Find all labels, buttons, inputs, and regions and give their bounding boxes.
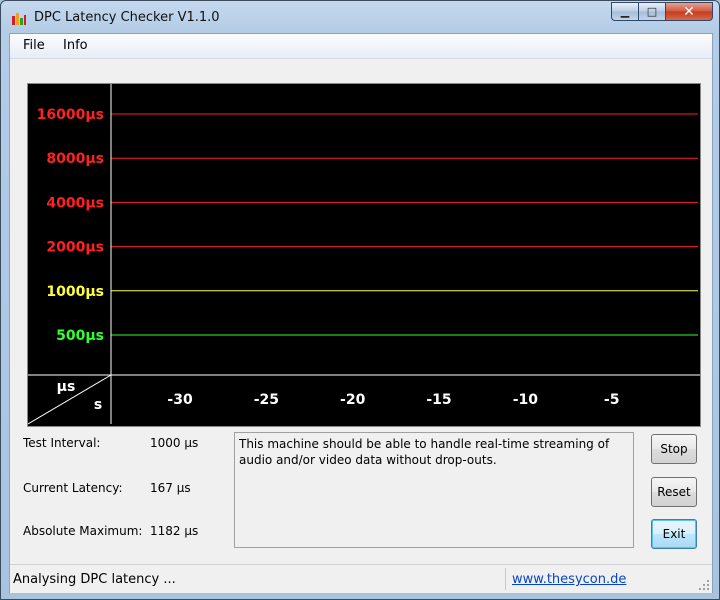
stop-button[interactable]: Stop [651,434,697,464]
test-interval-value: 1000 µs [150,436,199,450]
caption-buttons: ▁ □ ✕ [611,2,713,21]
x-tick-label: -20 [340,392,366,408]
exit-button[interactable]: Exit [651,519,697,549]
minimize-icon: ▁ [620,5,630,18]
reset-button[interactable]: Reset [651,477,697,507]
close-icon: ✕ [683,3,695,20]
x-tick-label: -15 [426,392,451,408]
close-button[interactable]: ✕ [665,2,713,21]
status-message-box: This machine should be able to handle re… [234,432,634,548]
app-icon [12,13,26,25]
threshold-label: 8000µs [46,151,104,167]
x-tick-label: -5 [604,392,620,408]
x-tick-label: -30 [167,392,193,408]
x-tick-label: -25 [254,392,279,408]
latency-chart-svg: 16000µs 8000µs 4000µs 2000µs 1000µs 500µs µs s -… [28,84,700,425]
current-latency-value: 167 µs [150,481,191,495]
status-bar: Analysing DPC latency ... www.thesycon.d… [10,564,712,593]
threshold-label: 16000µs [37,107,104,123]
minimize-button[interactable]: ▁ [611,2,638,21]
latency-graph: 16000µs 8000µs 4000µs 2000µs 1000µs 500µs µs s -… [27,83,701,427]
test-interval-label: Test Interval: [23,436,101,450]
title-bar[interactable]: DPC Latency Checker V1.1.0 ▁ □ ✕ [1,1,719,34]
y-unit-label: µs [57,379,76,395]
menu-info[interactable]: Info [63,38,88,53]
x-unit-label: s [94,397,102,413]
absolute-maximum-value: 1182 µs [150,524,199,538]
x-tick-label: -10 [513,392,539,408]
website-link[interactable]: www.thesycon.de [512,572,626,587]
current-latency-label: Current Latency: [23,481,123,495]
resize-grip-icon[interactable] [698,579,710,591]
menu-bar: File Info [10,34,712,59]
status-divider [505,568,506,590]
threshold-label: 500µs [56,328,104,344]
threshold-label: 1000µs [46,284,104,300]
menu-file[interactable]: File [23,38,45,53]
maximize-icon: □ [646,5,658,18]
status-text: Analysing DPC latency ... [13,572,176,587]
threshold-label: 2000µs [46,240,104,256]
window-title: DPC Latency Checker V1.1.0 [34,10,220,25]
app-window: DPC Latency Checker V1.1.0 ▁ □ ✕ File In… [0,0,720,600]
threshold-label: 4000µs [46,195,104,211]
absolute-maximum-label: Absolute Maximum: [23,524,143,538]
maximize-button[interactable]: □ [638,2,665,21]
client-area: File Info 16000µs 8000µs 4000µs 2000µs 1000µ… [9,33,713,593]
